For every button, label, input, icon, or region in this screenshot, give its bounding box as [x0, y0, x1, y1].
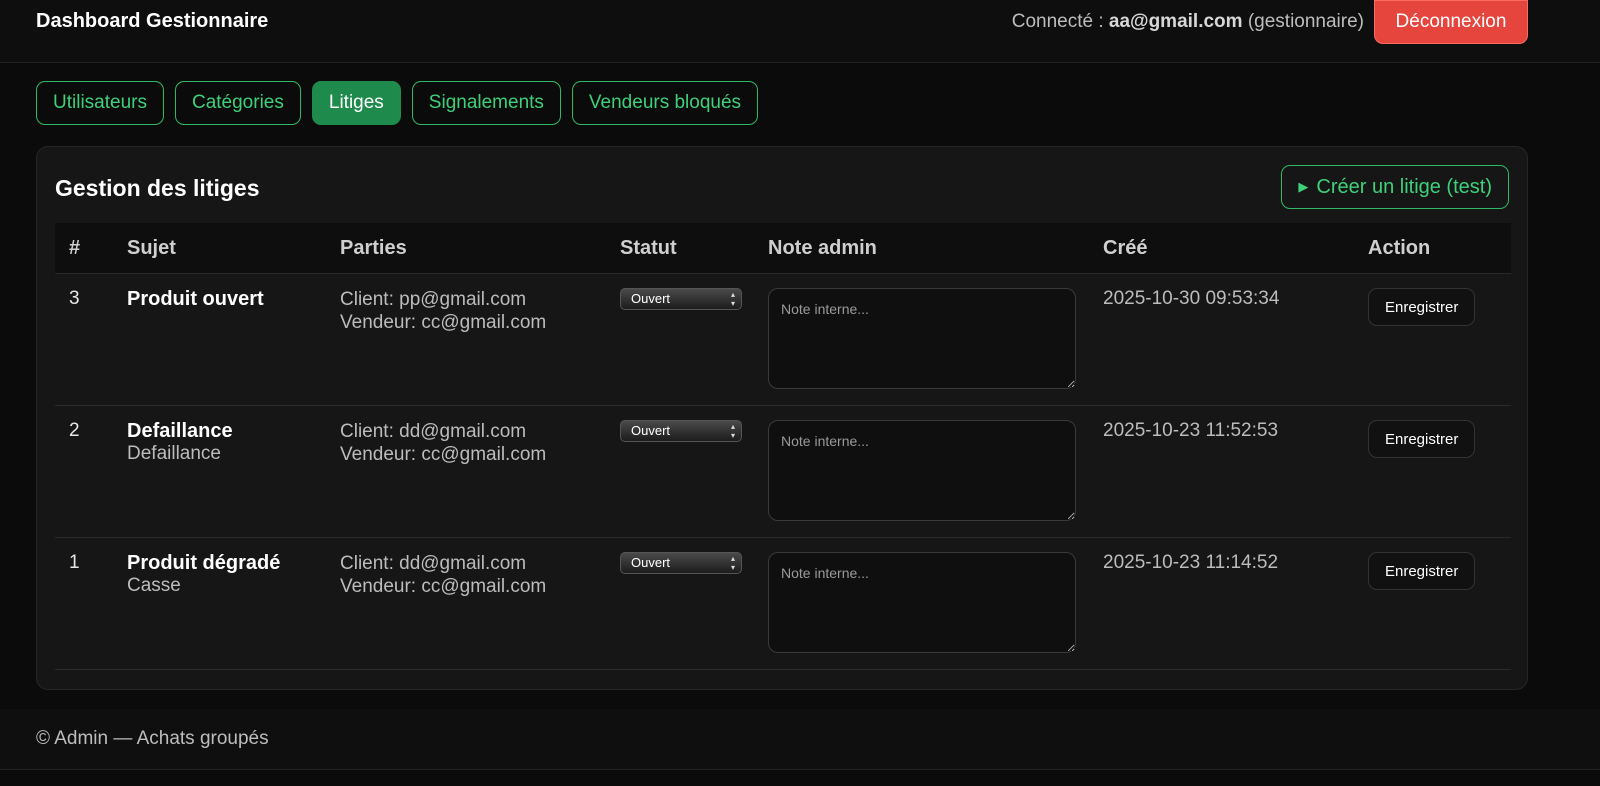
connected-prefix: Connecté : [1011, 11, 1104, 32]
tab-signalements[interactable]: Signalements [411, 81, 561, 125]
tab-utilisateurs[interactable]: Utilisateurs [36, 81, 164, 125]
header-status: Statut [606, 223, 754, 274]
vendor-email: Vendeur: cc@gmail.com [340, 444, 547, 465]
client-email: Client: dd@gmail.com [340, 553, 527, 574]
row-note [754, 537, 1089, 670]
client-email: Client: dd@gmail.com [340, 421, 527, 442]
table-row: 2 Defaillance Defaillance Client: dd@gma… [55, 405, 1511, 538]
create-dispute-button[interactable]: ▶ Créer un litige (test) [1281, 165, 1509, 209]
row-parties: Client: dd@gmail.com Vendeur: cc@gmail.c… [326, 405, 606, 538]
session-info: Connecté : aa@gmail.com (gestionnaire) [1012, 11, 1364, 33]
subject-title: Produit ouvert [127, 288, 264, 310]
subject-detail: Defaillance [127, 443, 221, 464]
client-email: Client: pp@gmail.com [340, 289, 527, 310]
header-subject: Sujet [113, 223, 326, 274]
row-subject: Defaillance Defaillance [113, 405, 326, 538]
save-button[interactable]: Enregistrer [1368, 552, 1476, 590]
table-header-row: # Sujet Parties Statut Note admin Créé A… [55, 223, 1511, 274]
row-action: Enregistrer [1354, 405, 1511, 538]
row-id: 3 [55, 273, 113, 406]
row-id: 1 [55, 537, 113, 670]
row-action: Enregistrer [1354, 273, 1511, 406]
row-parties: Client: dd@gmail.com Vendeur: cc@gmail.c… [326, 537, 606, 670]
vendor-email: Vendeur: cc@gmail.com [340, 576, 547, 597]
panel-title: Gestion des litiges [55, 175, 260, 201]
row-id: 2 [55, 405, 113, 538]
table-row: 1 Produit dégradé Casse Client: dd@gmail… [55, 537, 1511, 670]
save-button[interactable]: Enregistrer [1368, 420, 1476, 458]
header-action: Action [1354, 223, 1511, 274]
user-role: (gestionnaire) [1247, 11, 1364, 32]
status-select[interactable]: Ouvert [620, 420, 742, 442]
user-email: aa@gmail.com [1108, 11, 1243, 32]
status-select[interactable]: Ouvert [620, 552, 742, 574]
disputes-table: # Sujet Parties Statut Note admin Créé A… [55, 223, 1511, 670]
disputes-panel: Gestion des litiges ▶ Créer un litige (t… [36, 146, 1528, 690]
admin-note-input[interactable] [768, 288, 1076, 389]
admin-note-input[interactable] [768, 420, 1076, 521]
row-note [754, 405, 1089, 538]
nav-tabs: Utilisateurs Catégories Litiges Signalem… [36, 81, 759, 125]
app-title: Dashboard Gestionnaire [36, 10, 269, 32]
row-status: Ouvert [606, 537, 754, 670]
row-subject: Produit ouvert [113, 273, 326, 406]
row-status: Ouvert [606, 405, 754, 538]
row-note [754, 273, 1089, 406]
row-created: 2025-10-23 11:52:53 [1089, 405, 1354, 538]
row-action: Enregistrer [1354, 537, 1511, 670]
footer-text: © Admin — Achats groupés [36, 728, 269, 749]
header-id: # [55, 223, 113, 274]
subject-title: Defaillance [127, 420, 233, 442]
admin-note-input[interactable] [768, 552, 1076, 653]
row-created: 2025-10-30 09:53:34 [1089, 273, 1354, 406]
save-button[interactable]: Enregistrer [1368, 288, 1476, 326]
header-note: Note admin [754, 223, 1089, 274]
row-parties: Client: pp@gmail.com Vendeur: cc@gmail.c… [326, 273, 606, 406]
header-parties: Parties [326, 223, 606, 274]
row-subject: Produit dégradé Casse [113, 537, 326, 670]
tab-categories[interactable]: Catégories [174, 81, 301, 125]
play-icon: ▶ [1298, 179, 1309, 194]
subject-title: Produit dégradé [127, 552, 281, 574]
footer: © Admin — Achats groupés [0, 709, 1600, 770]
logout-button[interactable]: Déconnexion [1374, 0, 1528, 44]
create-dispute-label: Créer un litige (test) [1316, 175, 1492, 198]
subject-detail: Casse [127, 575, 181, 596]
tab-vendeurs-bloques[interactable]: Vendeurs bloqués [571, 81, 759, 125]
tab-litiges[interactable]: Litiges [311, 81, 401, 125]
row-status: Ouvert [606, 273, 754, 406]
status-select[interactable]: Ouvert [620, 288, 742, 310]
table-row: 3 Produit ouvert Client: pp@gmail.com Ve… [55, 273, 1511, 406]
top-bar: Dashboard Gestionnaire Connecté : aa@gma… [0, 0, 1600, 63]
vendor-email: Vendeur: cc@gmail.com [340, 312, 547, 333]
header-created: Créé [1089, 223, 1354, 274]
row-created: 2025-10-23 11:14:52 [1089, 537, 1354, 670]
